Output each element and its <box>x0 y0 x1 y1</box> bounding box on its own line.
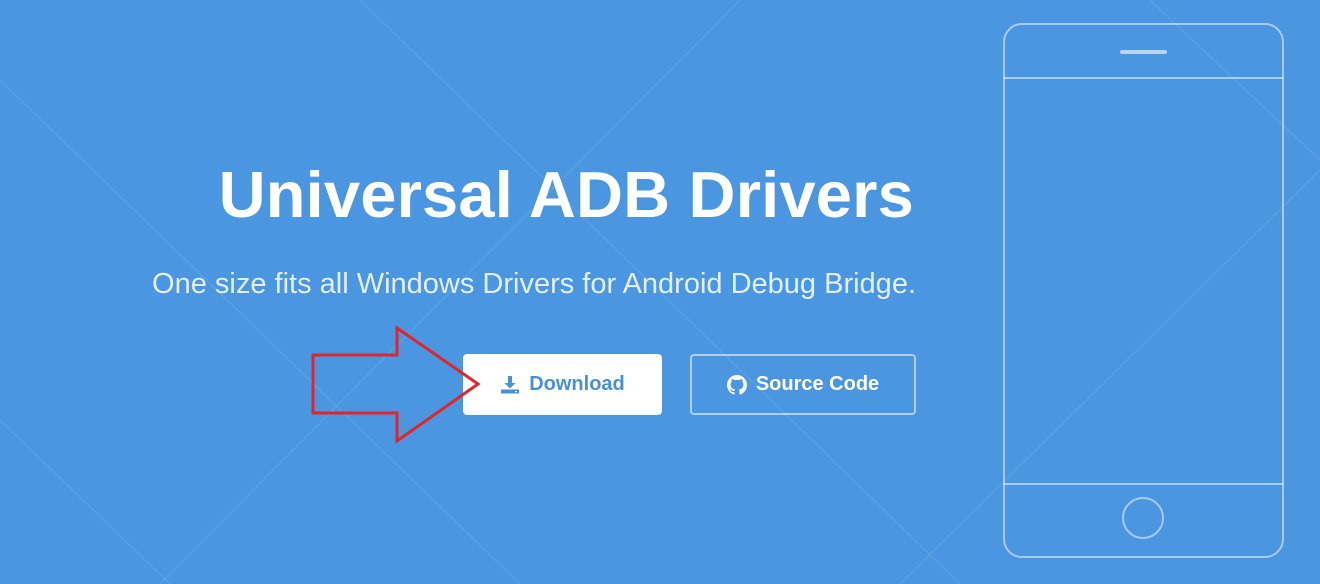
phone-outline-illustration <box>1003 23 1284 558</box>
download-icon <box>500 375 520 395</box>
source-code-button[interactable]: Source Code <box>690 354 916 415</box>
page-subtitle: One size fits all Windows Drivers for An… <box>152 268 916 300</box>
download-button[interactable]: Download <box>463 354 662 415</box>
github-icon <box>726 374 747 395</box>
source-code-button-label: Source Code <box>755 373 880 395</box>
download-button-label: Download <box>529 373 625 395</box>
hero-section: Universal ADB Drivers One size fits all … <box>0 0 1320 584</box>
page-title: Universal ADB Drivers <box>218 158 914 231</box>
